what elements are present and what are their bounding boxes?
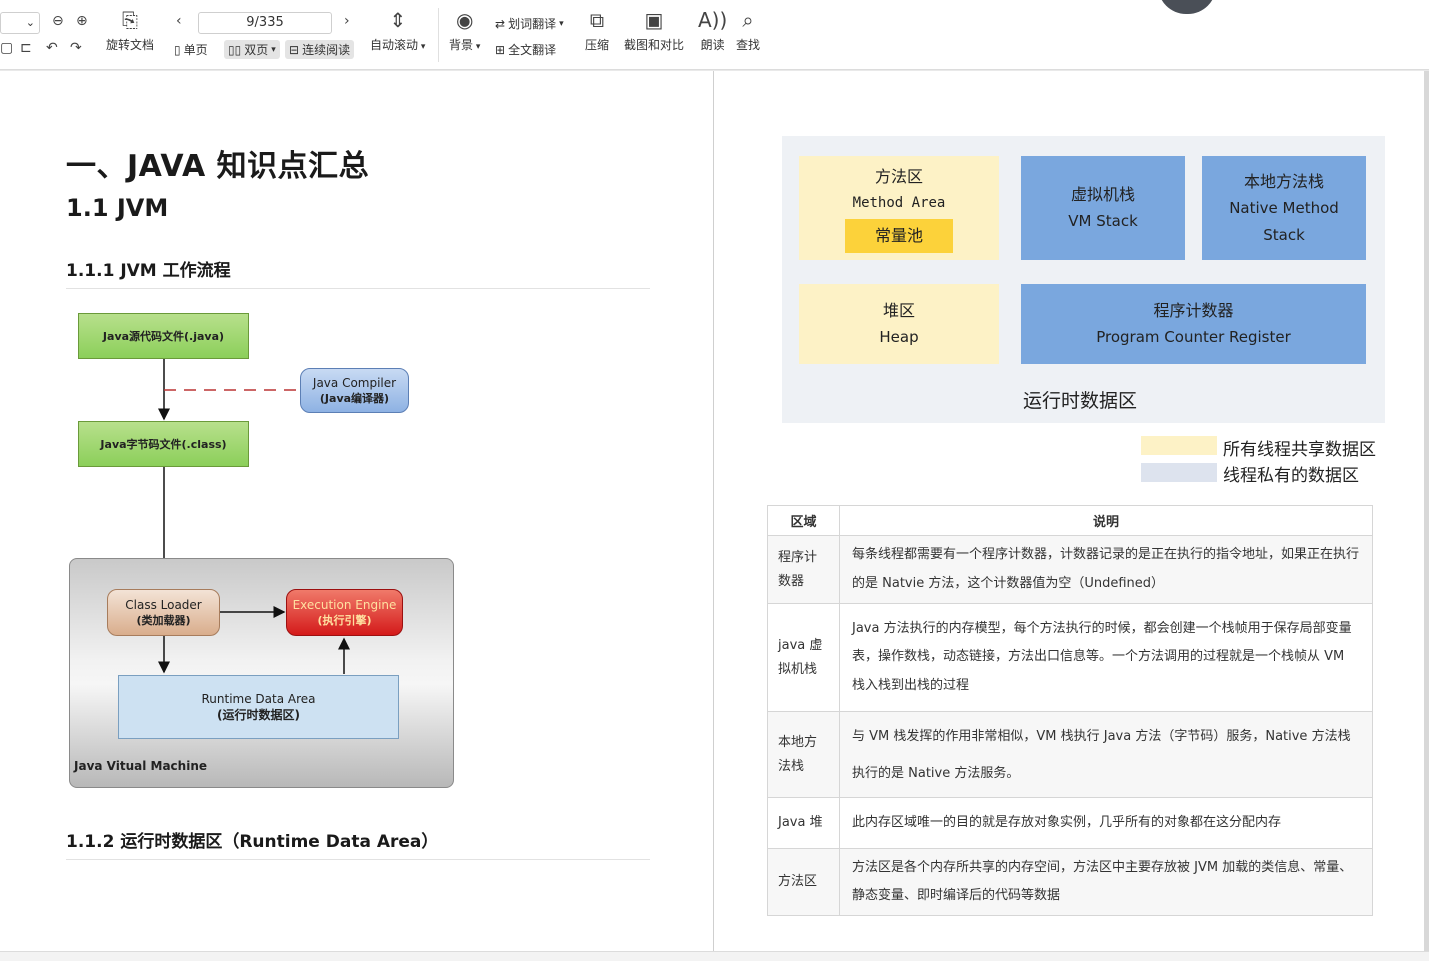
vm-stack-cell: 虚拟机栈 VM Stack — [1021, 156, 1185, 260]
rotate-left-icon[interactable]: ↶ — [46, 40, 58, 56]
table-cell-desc: 与 VM 栈发挥的作用非常相似，VM 栈执行 Java 方法（字节码）服务，Na… — [839, 711, 1373, 798]
full-translate-button[interactable]: ⊞ 全文翻译 — [495, 41, 556, 58]
table-header-desc: 说明 — [839, 505, 1373, 536]
table-header-row: 区域 说明 — [767, 505, 1373, 536]
runtime-diagram-caption: 运行时数据区 — [1023, 390, 1138, 412]
single-page-icon: ▯ — [174, 42, 181, 57]
table-header-area: 区域 — [767, 505, 840, 536]
runtime-data-area-diagram: 方法区 Method Area 常量池 虚拟机栈 VM Stack 本地方法栈 … — [782, 136, 1385, 423]
jvm-inner-connectors — [158, 606, 350, 674]
legend-swatch-private — [1141, 463, 1217, 482]
toolbar-divider — [438, 8, 439, 62]
runtime-data-area-box: Runtime Data Area (运行时数据区) — [118, 675, 399, 739]
eye-icon: ◉ — [455, 8, 474, 32]
vertical-scrollbar[interactable] — [1424, 71, 1429, 951]
zoom-in-icon[interactable]: ⊕ — [76, 13, 88, 29]
page-number-input[interactable]: 9/335 — [198, 12, 332, 34]
rotate-right-icon[interactable]: ↷ — [70, 40, 82, 56]
table-row: Java 堆 此内存区域唯一的目的就是存放对象实例，几乎所有的对象都在这分配内存 — [767, 797, 1373, 849]
zoom-out-icon[interactable]: ⊖ — [52, 13, 64, 29]
chevron-down-icon: ⌄ — [0, 12, 40, 34]
read-aloud-icon: A)) — [698, 8, 728, 32]
runtime-area-table: 区域 说明 程序计数器 每条线程都需要有一个程序计数器，计数器记录的是正在执行的… — [767, 505, 1373, 916]
single-page-button[interactable]: ▯ 单页 — [174, 41, 208, 58]
translate-icon: ⇄ — [495, 16, 506, 31]
method-area-cell: 方法区 Method Area 常量池 — [799, 156, 999, 260]
chevron-down-icon: ▾ — [559, 18, 564, 29]
next-page-icon[interactable]: › — [344, 13, 350, 29]
screenshot-compare-button[interactable]: ▣ 截图和对比 — [624, 10, 684, 53]
compress-icon: ⧉ — [589, 8, 605, 32]
compress-button[interactable]: ⧉ 压缩 — [585, 10, 609, 53]
double-page-icon: ▯▯ — [228, 42, 242, 57]
legend-swatch-shared — [1141, 436, 1217, 455]
legend-private-label: 线程私有的数据区 — [1223, 466, 1359, 486]
heading-rule — [66, 859, 650, 860]
search-icon: ⌕ — [742, 8, 754, 32]
find-button[interactable]: ⌕ 查找 — [736, 10, 760, 53]
heap-cell: 堆区 Heap — [799, 284, 999, 364]
continuous-read-button[interactable]: ⊟ 连续阅读 — [285, 40, 355, 59]
fit-page-icon[interactable]: ▢ — [0, 40, 13, 56]
subsection-heading-runtime: 1.1.2 运行时数据区（Runtime Data Area） — [66, 832, 439, 852]
continuous-read-icon: ⊟ — [289, 42, 300, 57]
program-counter-cell: 程序计数器 Program Counter Register — [1021, 284, 1366, 364]
table-row: java 虚拟机栈 Java 方法执行的内存模型，每个方法执行的时候，都会创建一… — [767, 603, 1373, 712]
legend-shared-label: 所有线程共享数据区 — [1223, 440, 1376, 460]
table-row: 程序计数器 每条线程都需要有一个程序计数器，计数器记录的是正在执行的指令地址，如… — [767, 535, 1373, 604]
chevron-down-icon: ▾ — [271, 44, 276, 55]
constant-pool-cell: 常量池 — [845, 219, 953, 253]
word-translate-button[interactable]: ⇄ 划词翻译 ▾ — [495, 15, 564, 32]
table-cell-area: 方法区 — [767, 848, 840, 916]
table-row: 本地方法栈 与 VM 栈发挥的作用非常相似，VM 栈执行 Java 方法（字节码… — [767, 711, 1373, 798]
table-cell-desc: 此内存区域唯一的目的就是存放对象实例，几乎所有的对象都在这分配内存 — [839, 797, 1373, 849]
table-cell-desc: 每条线程都需要有一个程序计数器，计数器记录的是正在执行的指令地址，如果正在执行的… — [839, 535, 1373, 604]
floating-menu-button[interactable] — [1158, 0, 1216, 14]
table-cell-area: java 虚拟机栈 — [767, 603, 840, 712]
class-loader-box: Class Loader (类加载器) — [107, 589, 220, 636]
read-aloud-button[interactable]: A)) 朗读 — [698, 10, 727, 53]
jvm-label: Java Vitual Machine — [74, 759, 208, 773]
table-cell-desc: 方法区是各个内存所共享的内存空间，方法区中主要存放被 JVM 加载的类信息、常量… — [839, 848, 1373, 916]
zoom-select[interactable]: ⌄ — [0, 12, 40, 34]
table-cell-area: 本地方法栈 — [767, 711, 840, 798]
execution-engine-box: Execution Engine (执行引擎) — [286, 589, 403, 636]
rotate-document-button[interactable]: ⎘ 旋转文档 — [106, 10, 154, 53]
reader-toolbar: ⌄ ⊖ ⊕ ▢ ⊏ ↶ ↷ ⎘ 旋转文档 ‹ 9/335 › ▯ 单页 ▯▯ 双… — [0, 0, 1429, 70]
full-translate-icon: ⊞ — [495, 42, 506, 57]
auto-scroll-button[interactable]: ⇕ 自动滚动 ▾ — [370, 10, 425, 53]
fit-width-icon[interactable]: ⊏ — [20, 40, 32, 56]
table-row: 方法区 方法区是各个内存所共享的内存空间，方法区中主要存放被 JVM 加载的类信… — [767, 848, 1373, 916]
background-button[interactable]: ◉ 背景 ▾ — [449, 10, 480, 53]
auto-scroll-icon: ⇕ — [389, 8, 407, 32]
table-cell-area: Java 堆 — [767, 797, 840, 849]
right-page: 方法区 Method Area 常量池 虚拟机栈 VM Stack 本地方法栈 … — [714, 71, 1427, 951]
left-page: 一、JAVA 知识点汇总 1.1 JVM 1.1.1 JVM 工作流程 Java… — [0, 71, 713, 951]
screenshot-icon: ▣ — [644, 8, 664, 32]
table-cell-desc: Java 方法执行的内存模型，每个方法执行的时候，都会创建一个栈帧用于保存局部变… — [839, 603, 1373, 712]
prev-page-icon[interactable]: ‹ — [176, 13, 182, 29]
rotate-document-icon: ⎘ — [122, 8, 138, 32]
native-method-stack-cell: 本地方法栈 Native Method Stack — [1202, 156, 1366, 260]
table-cell-area: 程序计数器 — [767, 535, 840, 604]
double-page-button[interactable]: ▯▯ 双页 ▾ — [224, 40, 280, 59]
status-bar — [0, 951, 1429, 961]
